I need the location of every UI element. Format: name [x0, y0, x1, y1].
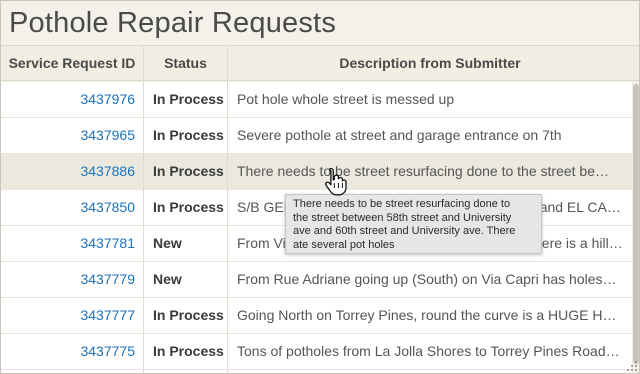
page-title: Pothole Repair Requests — [9, 7, 337, 39]
description-cell: Pot hole whole street is messed up — [237, 91, 455, 107]
tooltip-line: There needs to be street resurfacing don… — [293, 198, 511, 210]
description-cell: Tons of potholes from La Jolla Shores to… — [237, 343, 620, 359]
status-cell: In Process — [153, 343, 224, 359]
request-id-link[interactable]: 3437976 — [1, 82, 135, 117]
table-row[interactable]: 3437976 In Process Pot hole whole street… — [1, 82, 632, 118]
column-header-description[interactable]: Description from Submitter — [228, 46, 632, 80]
tooltip-line: the street between 58th street and Unive… — [293, 211, 512, 224]
table-row[interactable]: 3437777 In Process Going North on Torrey… — [1, 298, 632, 334]
request-id-link[interactable]: 3437886 — [1, 154, 135, 189]
table-header: Service Request ID Status Description fr… — [1, 45, 639, 81]
tooltip-line: ate several pot holes — [293, 238, 395, 251]
status-cell: In Process — [153, 163, 224, 179]
scrollbar-thumb[interactable] — [633, 84, 639, 364]
tooltip-line: ave and 60th street and University ave. … — [293, 225, 516, 237]
table-row[interactable]: 3437779 New From Rue Adriane going up (S… — [1, 262, 632, 298]
pothole-requests-widget: Pothole Repair Requests Service Request … — [0, 0, 640, 374]
request-id-link[interactable]: 3437850 — [1, 190, 135, 225]
column-header-id[interactable]: Service Request ID — [1, 46, 143, 80]
column-divider — [143, 45, 144, 373]
status-cell: In Process — [153, 127, 224, 143]
table-row[interactable]: 3437775 In Process Tons of potholes from… — [1, 334, 632, 370]
request-id-link[interactable]: 3437777 — [1, 298, 135, 333]
request-id-link[interactable]: 3437775 — [1, 334, 135, 369]
description-cell: Going North on Torrey Pines, round the c… — [237, 307, 617, 323]
status-cell: In Process — [153, 91, 224, 107]
request-id-link[interactable]: 3437781 — [1, 226, 135, 261]
status-cell: In Process — [153, 199, 224, 215]
column-divider — [227, 45, 228, 373]
resize-grip-icon[interactable] — [625, 359, 639, 373]
status-cell: New — [153, 271, 182, 287]
hand-pointer-icon — [325, 167, 347, 196]
status-cell: New — [153, 235, 182, 251]
request-id-link[interactable]: 3437779 — [1, 262, 135, 297]
column-header-status[interactable]: Status — [144, 46, 227, 80]
description-cell: Severe pothole at street and garage entr… — [237, 127, 562, 143]
table-row[interactable]: 3437965 In Process Severe pothole at str… — [1, 118, 632, 154]
request-id-link[interactable]: 3437965 — [1, 118, 135, 153]
description-cell: There needs to be street resurfacing don… — [237, 163, 609, 179]
table-row[interactable]: 3437886 In Process There needs to be str… — [1, 154, 632, 190]
status-cell: In Process — [153, 307, 224, 323]
description-tooltip: There needs to be street resurfacing don… — [285, 194, 542, 254]
description-cell: From Rue Adriane going up (South) on Via… — [237, 271, 617, 287]
